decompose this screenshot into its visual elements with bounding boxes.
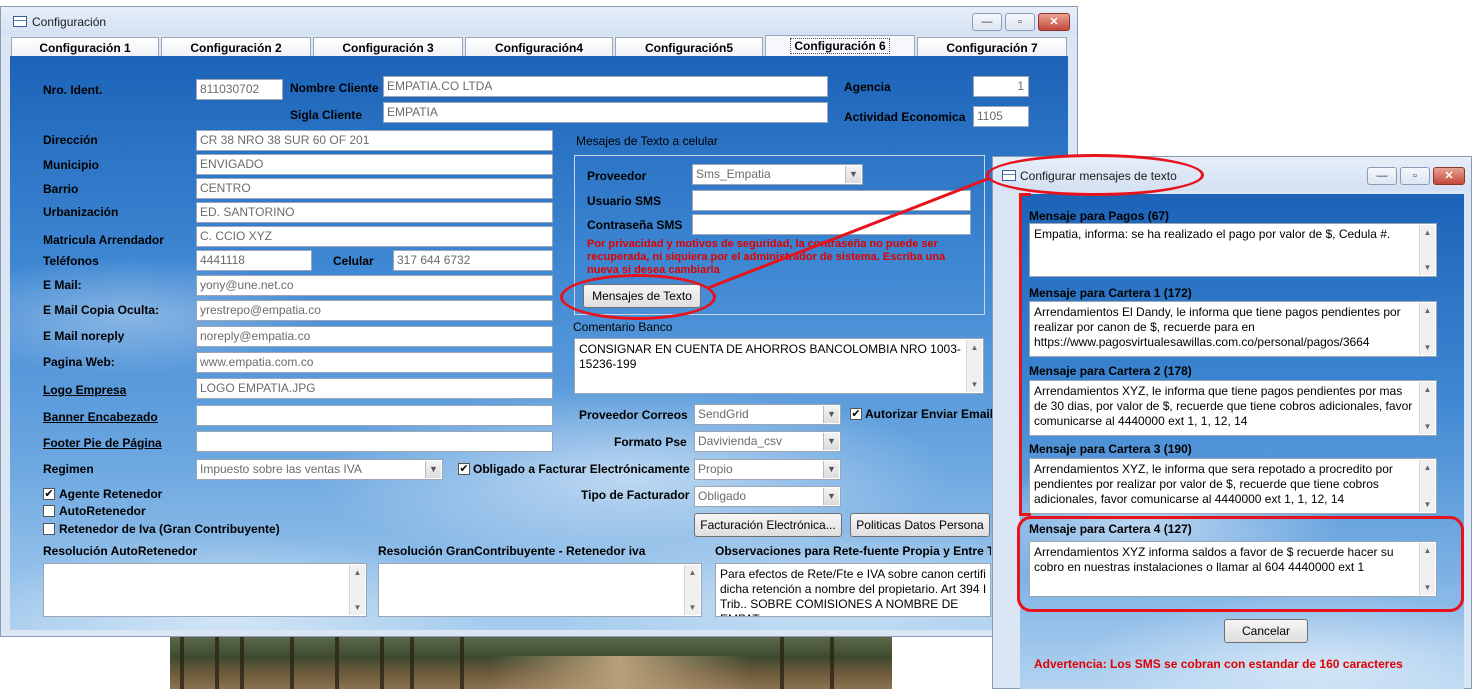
annotation-line [707, 176, 991, 290]
